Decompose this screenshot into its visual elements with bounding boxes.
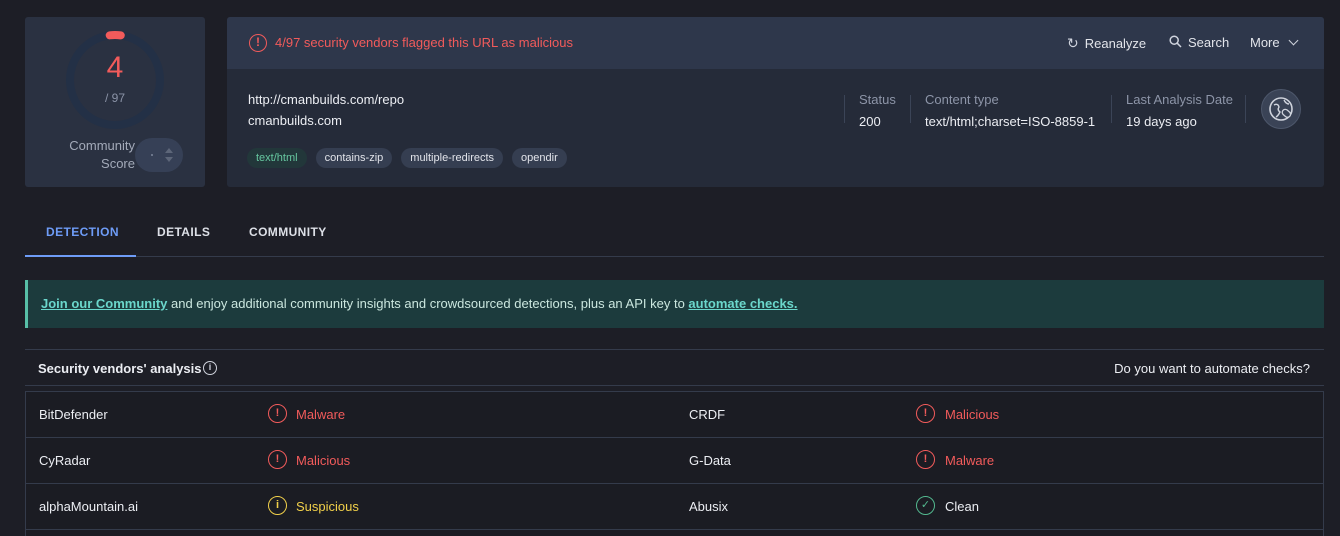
tab-community[interactable]: COMMUNITY (249, 225, 327, 239)
table-row: CyRadar ! Malicious G-Data ! Malware (26, 438, 1323, 484)
tab-details[interactable]: DETAILS (157, 225, 210, 239)
table-row: BitDefender ! Malware CRDF ! Malicious (26, 392, 1323, 438)
search-icon (1169, 35, 1182, 48)
tab-divider (25, 256, 1324, 257)
detection-count: 4 (106, 51, 124, 84)
alert-circle-icon: ! (268, 404, 287, 423)
alert-message: 4/97 security vendors flagged this URL a… (275, 35, 573, 50)
vendor-name: CRDF (689, 407, 726, 422)
vendor-result: Malicious (945, 407, 1000, 422)
alert-circle-icon: ! (916, 450, 935, 469)
url-summary-card: ! 4/97 security vendors flagged this URL… (227, 17, 1324, 187)
check-circle-icon: ✓ (916, 496, 935, 515)
tag-item[interactable]: text/html (247, 148, 307, 168)
chevron-down-icon (1288, 35, 1299, 46)
vendors-title: Security vendors' analysis (38, 361, 202, 376)
target-url[interactable]: http://cmanbuilds.com/repo (248, 92, 404, 107)
detection-total: / 97 (104, 91, 125, 105)
more-dropdown[interactable]: More (1250, 35, 1299, 50)
target-domain[interactable]: cmanbuilds.com (248, 113, 342, 128)
vendor-result: Malware (945, 453, 995, 468)
info-icon[interactable]: i (203, 361, 217, 375)
community-score-label: Community Score (69, 138, 135, 171)
refresh-icon: ↻ (1067, 35, 1079, 51)
reanalyze-button[interactable]: ↻ Reanalyze (1067, 35, 1146, 52)
vendor-name: Abusix (689, 499, 729, 514)
vendor-result: Malicious (296, 453, 351, 468)
divider (844, 95, 845, 123)
divider (910, 95, 911, 123)
community-banner: Join our Community and enjoy additional … (25, 280, 1324, 328)
url-globe-icon (1261, 89, 1301, 129)
divider (1111, 95, 1112, 123)
vendor-result: Suspicious (296, 499, 359, 514)
alert-circle-icon: ! (268, 450, 287, 469)
automate-checks-question[interactable]: Do you want to automate checks? (1114, 361, 1310, 376)
search-button[interactable]: Search (1169, 35, 1229, 50)
vendor-name: alphaMountain.ai (39, 499, 139, 514)
tag-item[interactable]: opendir (512, 148, 567, 168)
banner-text: Join our Community and enjoy additional … (41, 296, 798, 311)
community-vote-control[interactable] (135, 138, 183, 172)
content-type-field: Content type text/html;charset=ISO-8859-… (925, 92, 1096, 129)
vendor-name: CyRadar (39, 453, 91, 468)
vendor-name: BitDefender (39, 407, 108, 422)
alert-bar: ! 4/97 security vendors flagged this URL… (227, 17, 1324, 69)
tag-list: text/html contains-zip multiple-redirect… (247, 148, 567, 168)
tag-item[interactable]: multiple-redirects (401, 148, 504, 168)
community-score-card: 4 / 97 Community Score (25, 17, 205, 187)
join-community-link[interactable]: Join our Community (41, 296, 167, 311)
divider (1245, 95, 1246, 123)
vote-value-dot (151, 154, 153, 156)
info-circle-icon: i (268, 496, 287, 515)
tag-item[interactable]: contains-zip (315, 148, 393, 168)
vendors-table: BitDefender ! Malware CRDF ! Malicious C… (25, 391, 1324, 536)
vendors-header: Security vendors' analysis i Do you want… (25, 349, 1324, 386)
alert-circle-icon: ! (916, 404, 935, 423)
last-analysis-field: Last Analysis Date 19 days ago (1126, 92, 1233, 129)
vendor-result: Malware (296, 407, 346, 422)
automate-checks-link[interactable]: automate checks. (688, 296, 797, 311)
active-tab-indicator (25, 255, 136, 257)
status-field: Status 200 (859, 92, 896, 129)
vendor-name: G-Data (689, 453, 731, 468)
table-row: alphaMountain.ai i Suspicious Abusix ✓ C… (26, 484, 1323, 530)
vote-down-icon[interactable] (165, 157, 173, 162)
vote-up-icon[interactable] (165, 148, 173, 153)
tab-detection[interactable]: DETECTION (46, 225, 119, 239)
vendor-result: Clean (945, 499, 979, 514)
alert-circle-icon: ! (249, 34, 267, 52)
